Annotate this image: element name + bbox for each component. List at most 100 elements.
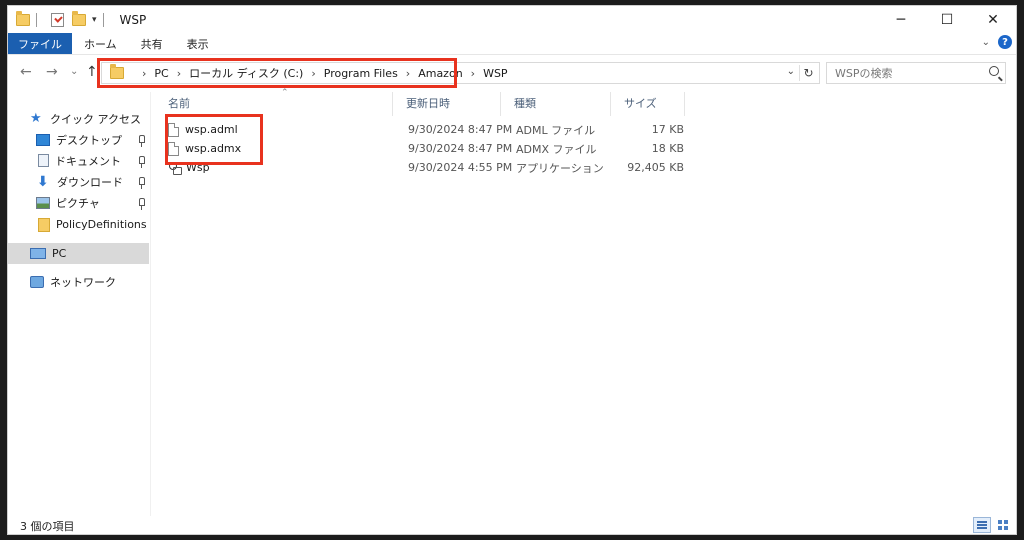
pin-icon[interactable]: [139, 198, 145, 210]
sidebar-item-network[interactable]: ネットワーク: [8, 271, 149, 292]
breadcrumb-separator[interactable]: ›: [471, 67, 475, 80]
up-button[interactable]: ↑: [86, 64, 98, 80]
column-header-type[interactable]: 種類: [504, 92, 610, 114]
sidebar-item-label: PolicyDefinitions: [56, 218, 147, 231]
sidebar-item-label: クイック アクセス: [50, 112, 141, 126]
document-icon: [168, 141, 179, 156]
breadcrumb-item-pc[interactable]: PC: [154, 67, 168, 80]
breadcrumb-separator[interactable]: ›: [311, 67, 315, 80]
large-icons-view-icon: [998, 520, 1008, 530]
breadcrumb: › PC › ローカル ディスク (C:) › Program Files › …: [134, 65, 508, 81]
folder-icon: [110, 64, 124, 79]
file-row-wsp[interactable]: Wsp 9/30/2024 4:55 PM アプリケーション 92,405 KB: [158, 158, 698, 177]
customize-toolbar-chevron-icon[interactable]: ▾: [92, 15, 97, 25]
forward-button[interactable]: →: [46, 64, 58, 80]
quick-access-toolbar: ▾: [8, 10, 110, 27]
pane-divider[interactable]: [150, 92, 151, 516]
file-name-cell: wsp.admx: [168, 139, 241, 158]
sidebar-item-desktop[interactable]: デスクトップ: [8, 129, 149, 150]
sidebar-item-label: ネットワーク: [50, 275, 116, 289]
tab-share[interactable]: 共有: [129, 33, 175, 54]
toolbar-divider: [102, 12, 104, 27]
maximize-button[interactable]: ☐: [924, 6, 970, 33]
sidebar-item-quick-access[interactable]: ★ クイック アクセス: [8, 108, 149, 129]
breadcrumb-item-program-files[interactable]: Program Files: [324, 67, 398, 80]
star-icon: ★: [30, 110, 42, 126]
column-header-size[interactable]: サイズ: [614, 92, 684, 114]
address-history-chevron-icon[interactable]: ⌄: [787, 66, 795, 77]
search-icon[interactable]: [989, 66, 999, 76]
sidebar-item-downloads[interactable]: ⬇ ダウンロード: [8, 171, 149, 192]
view-switcher: [973, 517, 1012, 533]
folder-icon: [16, 10, 30, 26]
desktop-icon: [36, 133, 50, 146]
details-view-button[interactable]: [973, 517, 991, 533]
tab-view[interactable]: 表示: [175, 33, 221, 54]
back-button[interactable]: ←: [20, 64, 32, 80]
window-title: WSP: [119, 12, 147, 27]
expand-ribbon-chevron-icon[interactable]: ⌄: [982, 37, 990, 48]
documents-icon: [38, 154, 49, 167]
column-header-date[interactable]: 更新日時: [396, 92, 500, 114]
sidebar-item-label: PC: [52, 247, 67, 260]
close-button[interactable]: ✕: [970, 6, 1016, 33]
column-header-name[interactable]: 名前: [158, 92, 392, 114]
column-divider[interactable]: [500, 92, 501, 116]
column-divider[interactable]: [392, 92, 393, 116]
sidebar-item-label: デスクトップ: [56, 133, 122, 147]
search-placeholder: WSPの検索: [835, 67, 893, 80]
tab-home[interactable]: ホーム: [72, 33, 129, 54]
pin-icon[interactable]: [139, 177, 145, 189]
search-input[interactable]: WSPの検索: [826, 62, 1006, 84]
breadcrumb-separator[interactable]: ›: [177, 67, 181, 80]
breadcrumb-item-amazon[interactable]: Amazon: [418, 67, 462, 80]
sidebar-item-pc[interactable]: PC: [8, 243, 149, 264]
file-name: wsp.admx: [185, 142, 242, 155]
file-name-cell: Wsp: [168, 158, 210, 177]
navigation-bar: ← → ⌄ ↑ › PC › ローカル ディスク (C:) › Program …: [8, 58, 1016, 88]
sidebar-item-documents[interactable]: ドキュメント: [8, 150, 149, 171]
explorer-window: ▾ WSP ─ ☐ ✕ ファイル ホーム 共有 表示 ⌄ ? ← → ⌄ ↑ ›…: [7, 5, 1017, 535]
file-row-wsp-admx[interactable]: wsp.admx 9/30/2024 8:47 PM ADMX ファイル 18 …: [158, 139, 698, 158]
minimize-button[interactable]: ─: [878, 6, 924, 33]
large-icons-view-button[interactable]: [994, 517, 1012, 533]
column-divider[interactable]: [610, 92, 611, 116]
file-date: 9/30/2024 8:47 PM: [408, 123, 513, 136]
ribbon-tabs: ファイル ホーム 共有 表示 ⌄ ?: [8, 33, 1016, 55]
new-folder-icon[interactable]: [72, 10, 86, 26]
network-icon: [30, 275, 44, 288]
help-icon[interactable]: ?: [998, 35, 1012, 49]
sidebar-item-policydefinitions[interactable]: PolicyDefinitions: [8, 214, 149, 235]
pin-icon[interactable]: [139, 156, 145, 168]
navigation-pane: ★ クイック アクセス デスクトップ ドキュメント ⬇ ダウンロード ピクチャ …: [8, 92, 150, 516]
breadcrumb-separator: ›: [142, 66, 147, 80]
file-size: 17 KB: [651, 123, 684, 136]
file-type: ADML ファイル: [516, 123, 596, 137]
breadcrumb-separator[interactable]: ›: [406, 67, 410, 80]
file-size: 18 KB: [651, 142, 684, 155]
status-bar: 3 個の項目: [8, 516, 1016, 535]
recent-locations-chevron-icon[interactable]: ⌄: [70, 66, 78, 77]
computer-icon: [30, 248, 46, 259]
refresh-button[interactable]: ↻: [799, 65, 817, 81]
ribbon-right-controls: ⌄ ?: [982, 35, 1012, 49]
download-arrow-icon: ⬇: [37, 173, 49, 190]
address-bar[interactable]: › PC › ローカル ディスク (C:) › Program Files › …: [101, 62, 820, 84]
window-controls: ─ ☐ ✕: [878, 6, 1016, 33]
tab-file[interactable]: ファイル: [8, 33, 72, 54]
sidebar-item-pictures[interactable]: ピクチャ: [8, 192, 149, 213]
pin-icon[interactable]: [139, 135, 145, 147]
file-row-wsp-adml[interactable]: wsp.adml 9/30/2024 8:47 PM ADML ファイル 17 …: [158, 120, 698, 139]
file-list: ⌃ 名前 更新日時 種類 サイズ wsp.adml 9/30/2024 8:47…: [158, 88, 1008, 516]
breadcrumb-item-wsp[interactable]: WSP: [483, 67, 508, 80]
breadcrumb-item-local-disk[interactable]: ローカル ディスク (C:): [189, 65, 303, 81]
item-count: 3 個の項目: [20, 519, 75, 533]
file-type: アプリケーション: [516, 161, 604, 175]
folder-icon: [38, 217, 50, 232]
properties-icon[interactable]: [51, 12, 64, 27]
file-date: 9/30/2024 8:47 PM: [408, 142, 513, 155]
file-size: 92,405 KB: [627, 161, 684, 174]
document-icon: [168, 122, 179, 137]
column-divider[interactable]: [684, 92, 685, 116]
application-icon: [168, 161, 182, 175]
